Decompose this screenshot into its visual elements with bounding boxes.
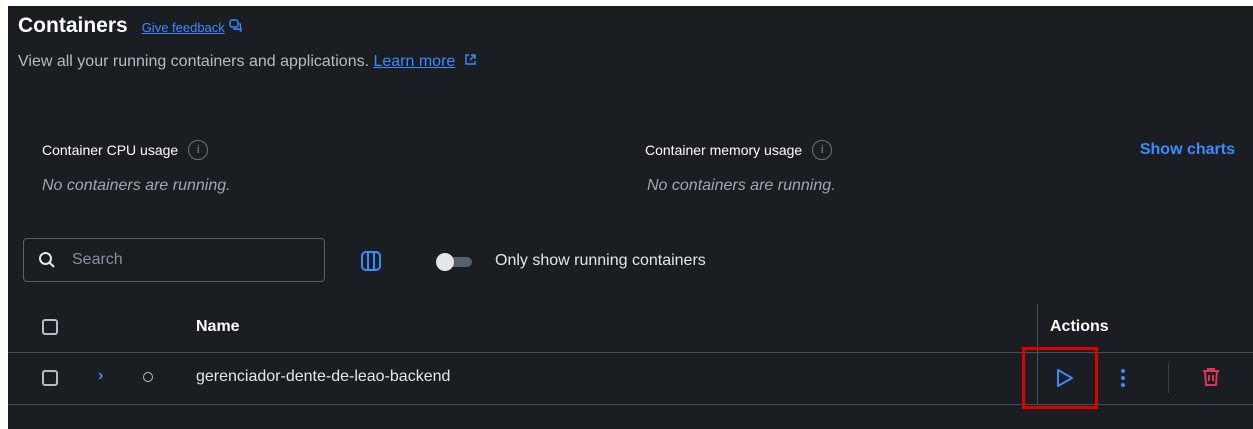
row-divider [1168,363,1169,393]
status-icon [143,372,153,382]
show-charts-button[interactable]: Show charts [1140,141,1235,159]
search-icon [38,251,56,269]
info-icon[interactable]: i [188,140,209,160]
cpu-usage-label-text: Container CPU usage [42,142,179,158]
title-row: Containers Give feedback [18,14,242,38]
trash-icon[interactable] [1202,367,1220,392]
select-all-checkbox[interactable] [42,319,58,335]
kebab-menu-icon[interactable] [1120,368,1126,393]
search-box[interactable] [23,238,325,282]
subtitle-text: View all your running containers and app… [18,53,370,70]
learn-more-link[interactable]: Learn more [373,53,455,70]
column-header-name[interactable]: Name [196,318,240,336]
cpu-usage-label: Container CPU usage i [42,140,209,160]
memory-usage-empty: No containers are running. [647,177,836,194]
containers-panel: Containers Give feedback View all your r… [8,6,1253,429]
running-only-toggle[interactable] [436,253,472,271]
highlight-box [1022,347,1098,409]
external-link-icon[interactable] [464,54,477,69]
page-title: Containers [18,14,128,37]
info-icon[interactable]: i [812,140,833,160]
memory-usage-label: Container memory usage i [645,140,833,160]
give-feedback-link[interactable]: Give feedback [142,20,225,35]
feedback-icon[interactable] [229,19,242,35]
toggle-knob [436,253,454,271]
memory-usage-label-text: Container memory usage [645,142,803,158]
page-subtitle: View all your running containers and app… [18,53,477,71]
columns-icon[interactable] [360,250,382,277]
row-checkbox[interactable] [42,370,58,386]
cpu-usage-empty: No containers are running. [42,177,231,194]
table-header: Name Actions [8,304,1253,404]
search-input[interactable] [70,250,314,270]
container-name[interactable]: gerenciador-dente-de-leao-backend [196,368,450,386]
column-header-actions: Actions [1050,318,1109,335]
running-only-label: Only show running containers [495,252,706,269]
chevron-right-icon[interactable]: › [98,367,103,385]
